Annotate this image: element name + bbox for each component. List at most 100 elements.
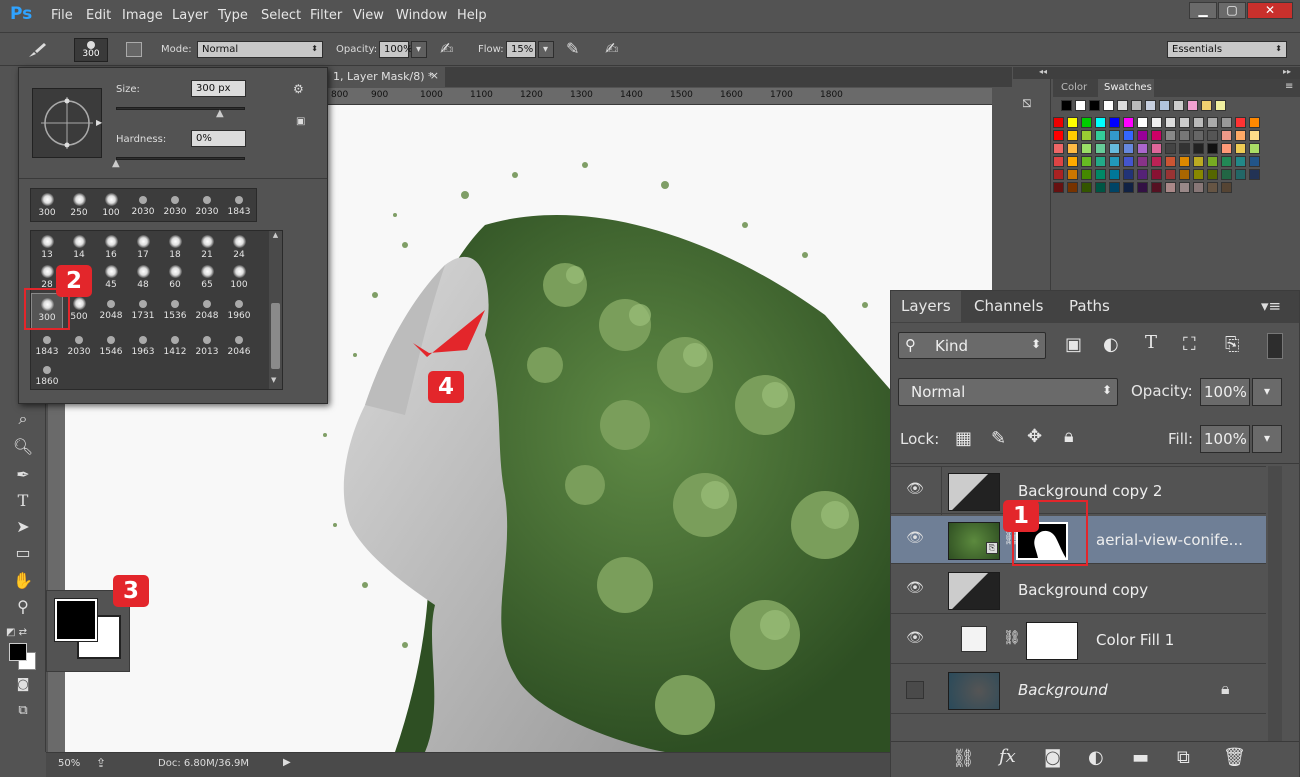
workspace-select[interactable]: Essentials ⬍ [1167,41,1287,58]
menu-filter[interactable]: Filter [310,8,342,23]
menu-help[interactable]: Help [457,8,487,23]
zoom-tool-icon[interactable]: ⚲ [10,597,36,619]
color-swatch[interactable] [1221,130,1232,141]
color-swatch[interactable] [1075,100,1086,111]
color-swatch[interactable] [1145,100,1156,111]
color-swatch[interactable] [1081,143,1092,154]
color-swatch[interactable] [1067,182,1078,193]
brush-preset[interactable]: 2013 [191,329,223,366]
hardness-slider-thumb[interactable]: ▲ [112,158,120,169]
brush-preset[interactable]: 1546 [95,329,127,366]
color-swatch[interactable] [1123,156,1134,167]
color-swatch[interactable] [1221,156,1232,167]
visibility-eye-icon[interactable]: 👁︎ [905,530,925,550]
tab-layers[interactable]: Layers [891,291,961,322]
layer-mask-thumbnail[interactable] [1026,622,1078,660]
color-swatch[interactable] [1221,117,1232,128]
color-swatch[interactable] [1117,100,1128,111]
color-swatch[interactable] [1089,100,1100,111]
visibility-toggle-off[interactable] [906,681,924,699]
blend-mode-select[interactable]: Normal ⬍ [898,378,1118,406]
color-swatch[interactable] [1095,130,1106,141]
color-swatch[interactable] [1201,100,1212,111]
layer-opacity-input[interactable]: 100% [1200,378,1250,406]
menu-layer[interactable]: Layer [172,8,208,23]
flow-dropdown-arrow[interactable]: ▾ [538,41,554,58]
brush-preset[interactable]: 1731 [127,293,159,330]
document-tab[interactable]: 1, Layer Mask/8) * × [327,67,445,87]
share-icon[interactable]: ⇪ [96,756,106,770]
color-swatch[interactable] [1193,130,1204,141]
fill-input[interactable]: 100% [1200,425,1250,453]
adjustment-layer-icon[interactable]: ◐ [1088,747,1104,768]
color-swatch[interactable] [1215,100,1226,111]
new-layer-icon[interactable]: ⧉ [1177,747,1190,768]
color-swatch[interactable] [1151,182,1162,193]
tab-swatches[interactable]: Swatches [1098,79,1154,97]
color-swatch[interactable] [1179,182,1190,193]
size-input[interactable]: 300 px [191,80,246,97]
color-swatch[interactable] [1151,169,1162,180]
color-swatch[interactable] [1165,182,1176,193]
color-swatch[interactable] [1221,169,1232,180]
zoom-tool-icon[interactable]: 🔍︎ [10,437,36,459]
layer-name[interactable]: Color Fill 1 [1096,631,1174,649]
visibility-eye-icon[interactable]: 👁︎ [905,481,925,501]
brush-preset[interactable]: 1963 [127,329,159,366]
color-swatch[interactable] [1137,182,1148,193]
brush-preset[interactable]: 2048 [95,293,127,330]
gear-icon[interactable]: ⚙ [293,82,304,96]
color-swatch[interactable] [1081,156,1092,167]
color-swatch[interactable] [1249,143,1260,154]
color-swatch[interactable] [1067,169,1078,180]
status-arrow-icon[interactable]: ▶ [283,757,291,768]
layers-scrollbar[interactable] [1268,466,1282,741]
color-swatch[interactable] [1235,169,1246,180]
color-swatch[interactable] [1109,143,1120,154]
pressure-opacity-icon[interactable]: ✍ [440,39,453,58]
color-swatch[interactable] [1151,130,1162,141]
recent-brush[interactable]: 2030 [127,189,159,226]
color-swatch[interactable] [1249,117,1260,128]
lock-transparent-icon[interactable]: ▦ [955,428,972,449]
lock-image-icon[interactable]: ✎ [991,428,1006,449]
color-swatch[interactable] [1235,143,1246,154]
opacity-dropdown-arrow[interactable]: ▾ [411,41,427,58]
group-folder-icon[interactable]: ▬ [1132,747,1149,768]
brush-angle-preview[interactable] [32,88,102,158]
color-swatch[interactable] [1179,169,1190,180]
layer-opacity-slider-toggle[interactable]: ▾ [1252,378,1282,406]
color-swatch[interactable] [1249,156,1260,167]
close-tab-icon[interactable]: × [430,69,439,82]
panel-menu-icon[interactable]: ▾≡ [1261,297,1281,315]
close-button[interactable]: ✕ [1247,2,1293,19]
color-swatch[interactable] [1123,117,1134,128]
brush-preset[interactable]: 1412 [159,329,191,366]
color-swatch[interactable] [1095,117,1106,128]
menu-type[interactable]: Type [218,8,248,23]
layer-name[interactable]: Background copy [1018,581,1148,599]
lock-position-icon[interactable]: ✥ [1027,426,1042,447]
pen-tool-icon[interactable]: ✒ [10,465,36,487]
color-swatch[interactable] [1053,156,1064,167]
color-swatch[interactable] [1165,117,1176,128]
brush-preset[interactable]: 1960 [223,293,255,330]
color-swatch[interactable] [1095,143,1106,154]
color-swatch[interactable] [1109,169,1120,180]
tab-color[interactable]: Color [1061,82,1087,93]
color-swatch[interactable] [1165,169,1176,180]
path-selection-tool-icon[interactable]: ➤ [10,517,36,539]
color-swatch[interactable] [1095,182,1106,193]
color-swatch[interactable] [1137,130,1148,141]
screen-mode-icon[interactable]: ⧉ [10,703,36,725]
size-slider-thumb[interactable]: ▲ [216,108,224,119]
color-swatch[interactable] [1137,156,1148,167]
color-swatch[interactable] [1053,143,1064,154]
color-swatch[interactable] [1235,117,1246,128]
color-swatch[interactable] [1053,182,1064,193]
layer-row-color-fill[interactable]: 👁︎ ⛓ Color Fill 1 [891,616,1266,664]
color-swatch[interactable] [1123,169,1134,180]
layer-name[interactable]: Background copy 2 [1018,482,1162,500]
color-swatch[interactable] [1067,130,1078,141]
default-colors-icon[interactable]: ◩ ⇄ [6,627,27,638]
